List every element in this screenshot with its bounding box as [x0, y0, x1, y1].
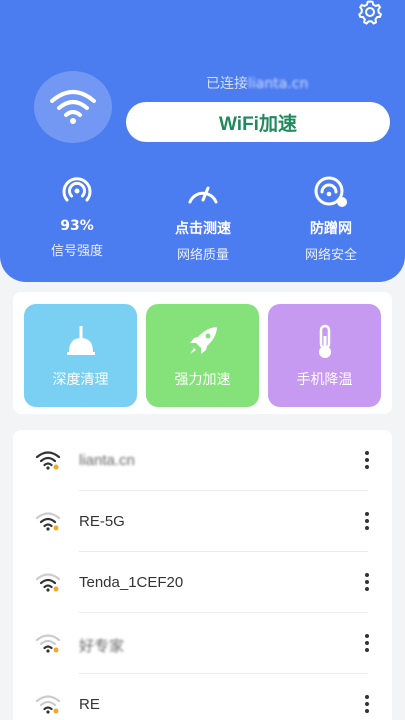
network-name: Tenda_1CEF20 — [79, 574, 184, 591]
tool-power-boost[interactable]: 强力加速 — [146, 304, 259, 407]
signal-strength-label: 信号强度 — [50, 244, 103, 259]
wifi-signal-medium-icon — [35, 512, 61, 531]
signal-icon — [62, 177, 92, 202]
wifi-signal-weak-icon — [35, 695, 61, 714]
network-name: RE-5G — [79, 513, 125, 530]
wifi-signal-medium-icon — [35, 573, 61, 592]
more-options-icon[interactable] — [363, 694, 371, 714]
speed-test-value: 点击测速 — [175, 221, 231, 237]
gear-icon[interactable] — [356, 0, 384, 26]
tool-power-boost-label: 强力加速 — [174, 372, 231, 388]
more-options-icon[interactable] — [363, 572, 371, 592]
stat-speed-test[interactable]: 点击测速 网络质量 — [148, 176, 258, 263]
network-name: 好专家 — [79, 638, 125, 655]
tool-deep-clean-label: 深度清理 — [52, 372, 109, 388]
network-security-label: 网络安全 — [304, 248, 357, 263]
wifi-network-list: lianta.cn RE-5G Tenda_1CEF20 好专家 RE — [13, 430, 392, 720]
tool-phone-cooling-label: 手机降温 — [296, 372, 353, 388]
rocket-icon — [189, 327, 217, 354]
wifi-boost-button[interactable]: WiFi加速 — [126, 102, 390, 142]
wifi-signal-weak-icon — [35, 634, 61, 653]
wifi-status-circle — [34, 71, 112, 143]
more-options-icon[interactable] — [363, 450, 371, 470]
network-security-value: 防蹭网 — [310, 221, 352, 237]
network-name: lianta.cn — [79, 452, 135, 469]
network-row[interactable]: Tenda_1CEF20 — [13, 552, 392, 613]
wifi-signal-strong-icon — [35, 451, 61, 470]
stat-network-security[interactable]: 防蹭网 网络安全 — [276, 176, 386, 263]
more-options-icon[interactable] — [363, 511, 371, 531]
wifi-boost-label: WiFi加速 — [219, 113, 297, 135]
broom-icon — [66, 326, 95, 355]
thermometer-icon — [318, 324, 331, 358]
wifi-icon — [50, 90, 96, 124]
network-row[interactable]: 好专家 — [13, 613, 392, 674]
signal-strength-value: 93% — [60, 218, 94, 234]
header-panel: 已连接lianta.cn WiFi加速 93% 信号强度 点击测速 网络质量 防… — [0, 0, 405, 282]
network-row[interactable]: RE-5G — [13, 491, 392, 552]
tool-deep-clean[interactable]: 深度清理 — [24, 304, 137, 407]
speedometer-icon — [188, 186, 218, 204]
speed-test-label: 网络质量 — [176, 248, 229, 263]
network-row[interactable]: lianta.cn — [13, 430, 392, 491]
stat-signal-strength[interactable]: 93% 信号强度 — [22, 176, 132, 259]
connected-prefix: 已连接 — [206, 76, 248, 92]
connected-network-name: lianta.cn — [248, 76, 309, 92]
more-options-icon[interactable] — [363, 633, 371, 653]
tools-panel: 深度清理 强力加速 手机降温 — [13, 292, 392, 414]
network-name: RE — [79, 696, 100, 713]
connected-status: 已连接lianta.cn — [206, 73, 308, 93]
network-row[interactable]: RE — [13, 674, 392, 720]
tool-phone-cooling[interactable]: 手机降温 — [268, 304, 381, 407]
shield-wifi-icon — [314, 176, 347, 207]
